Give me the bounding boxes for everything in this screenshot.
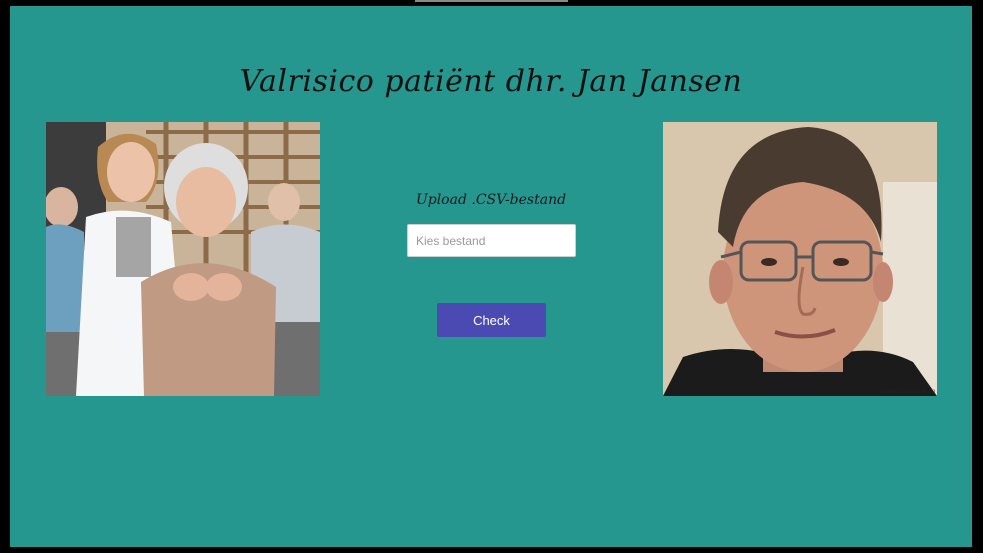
patient-portrait: StyleGAN2 (Karras et al.) — [663, 122, 937, 396]
file-input-placeholder: Kies bestand — [416, 233, 486, 248]
image-credit: StyleGAN2 (Karras et al.) — [878, 389, 935, 395]
file-upload-input[interactable]: Kies bestand — [407, 224, 576, 257]
page-title: Valrisico patiënt dhr. Jan Jansen — [239, 64, 743, 99]
check-button[interactable]: Check — [437, 303, 546, 337]
caregiver-photo-graphic — [46, 122, 320, 396]
screen-frame: Valrisico patiënt dhr. Jan Jansen Upload… — [0, 0, 983, 553]
app-window: Valrisico patiënt dhr. Jan Jansen Upload… — [10, 6, 972, 547]
patient-portrait-graphic — [663, 122, 937, 396]
top-bar-sliver — [415, 0, 568, 2]
caregiver-photo — [46, 122, 320, 396]
upload-label: Upload .CSV-bestand — [415, 192, 567, 208]
